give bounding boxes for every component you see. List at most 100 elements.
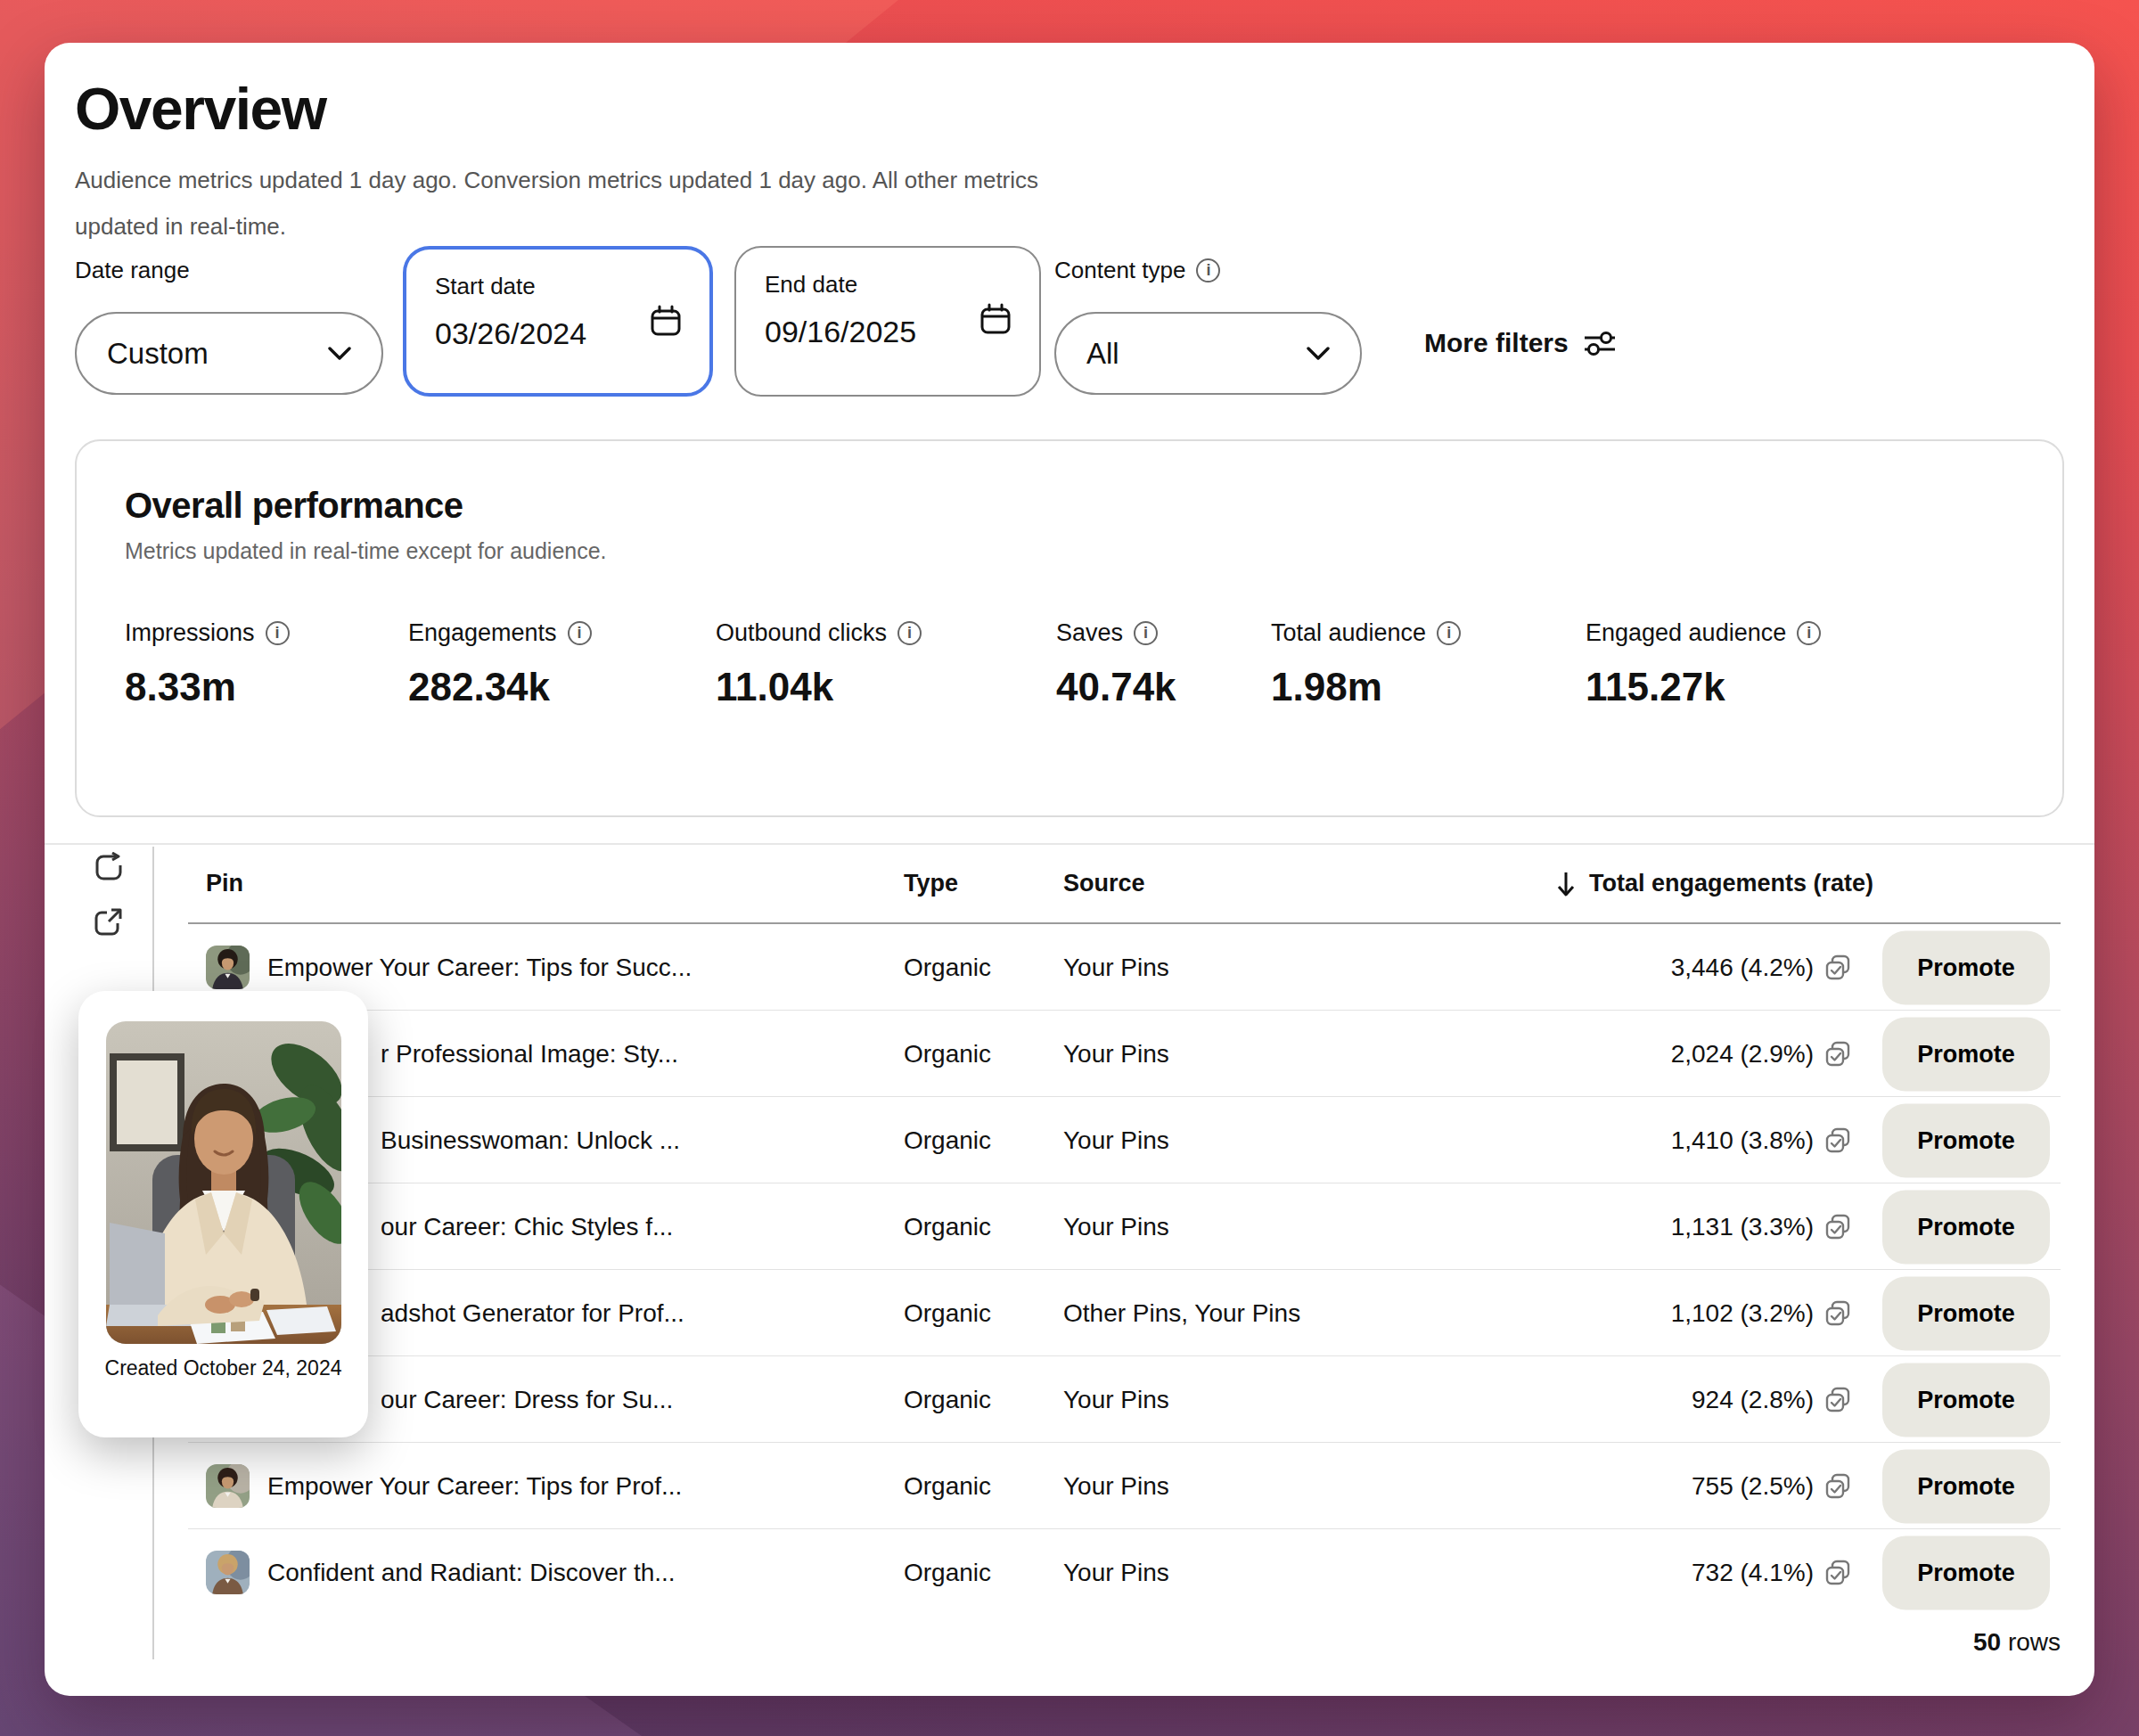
info-icon[interactable]: i (1437, 621, 1461, 645)
promote-button[interactable]: Promote (1882, 1535, 2050, 1609)
end-date-label: End date (765, 271, 1011, 299)
pin-stats-icon (1824, 1473, 1851, 1500)
pin-source: Your Pins (1063, 1126, 1169, 1155)
pin-type: Organic (904, 1299, 991, 1328)
metric-saves: Savesi40.74k (1056, 619, 1176, 709)
date-range-select[interactable]: Custom (75, 312, 383, 395)
promote-button[interactable]: Promote (1882, 930, 2050, 1004)
pin-engagements: 1,102 (3.2%) (1671, 1299, 1851, 1328)
promote-button[interactable]: Promote (1882, 1103, 2050, 1177)
pin-type: Organic (904, 1126, 991, 1155)
end-date-value: 09/16/2025 (765, 315, 1011, 349)
pin-type: Organic (904, 1386, 991, 1414)
metric-label: Total audiencei (1271, 619, 1461, 647)
date-range-label: Date range (75, 257, 190, 284)
pin-source: Your Pins (1063, 1472, 1169, 1501)
start-date-label: Start date (435, 273, 681, 300)
info-icon[interactable]: i (1196, 258, 1220, 283)
pin-stats-icon (1824, 1300, 1851, 1327)
promote-button[interactable]: Promote (1882, 1276, 2050, 1350)
table-footer: 50 rows (154, 1616, 2064, 1669)
pin-source: Your Pins (1063, 954, 1169, 982)
page-subtitle: Audience metrics updated 1 day ago. Conv… (75, 157, 1038, 250)
refresh-button[interactable] (93, 852, 152, 888)
overall-performance-title: Overall performance (125, 486, 2014, 526)
pin-stats-icon (1824, 1560, 1851, 1586)
pin-thumbnail[interactable] (206, 946, 250, 989)
table-body: Empower Your Career: Tips for Succ... Org… (154, 924, 2064, 1616)
table-row: our Career: Dress for Su...OrganicYour P… (154, 1356, 2064, 1443)
metric-value: 40.74k (1056, 665, 1176, 709)
table-header: Pin Type Source Total engagements (rate) (154, 847, 2064, 924)
promote-button[interactable]: Promote (1882, 1190, 2050, 1264)
pin-title[interactable]: Empower Your Career: Tips for Succ... (267, 954, 692, 982)
pin-title[interactable]: Businesswoman: Unlock ... (381, 1126, 680, 1155)
section-divider (45, 843, 2094, 845)
start-date-field[interactable]: Start date 03/26/2024 (403, 246, 713, 397)
end-date-field[interactable]: End date 09/16/2025 (734, 246, 1041, 397)
pin-title[interactable]: Confident and Radiant: Discover th... (267, 1559, 676, 1587)
promote-button[interactable]: Promote (1882, 1363, 2050, 1437)
row-count: 50 rows (1973, 1628, 2061, 1657)
content-type-select[interactable]: All (1054, 312, 1362, 395)
metric-value: 282.34k (408, 665, 592, 709)
pin-title[interactable]: adshot Generator for Prof... (381, 1299, 684, 1328)
metric-label: Engaged audiencei (1586, 619, 1821, 647)
subtitle-line-1: Audience metrics updated 1 day ago. Conv… (75, 157, 1038, 203)
info-icon[interactable]: i (568, 621, 592, 645)
table-row: adshot Generator for Prof... Organic Other… (154, 1270, 2064, 1356)
column-header-engagements[interactable]: Total engagements (rate) (1555, 870, 1873, 897)
pin-type: Organic (904, 1559, 991, 1587)
pin-source: Other Pins, Your Pins (1063, 1299, 1300, 1328)
pin-title[interactable]: r Professional Image: Sty... (381, 1040, 678, 1069)
calendar-icon (977, 301, 1014, 339)
info-icon[interactable]: i (266, 621, 290, 645)
metric-impressions: Impressionsi8.33m (125, 619, 290, 709)
pin-title[interactable]: Empower Your Career: Tips for Prof... (267, 1472, 682, 1501)
pin-stats-icon (1824, 1387, 1851, 1413)
page-header: Overview Audience metrics updated 1 day … (75, 75, 1038, 250)
info-icon[interactable]: i (897, 621, 922, 645)
table-row: Confident and Radiant: Discover th... Org… (154, 1529, 2064, 1616)
metric-value: 1.98m (1271, 665, 1461, 709)
metric-value: 11.04k (716, 665, 922, 709)
table-row: Empower Your Career: Tips for Succ...Org… (154, 924, 2064, 1011)
more-filters-button[interactable]: More filters (1424, 328, 1617, 358)
metric-value: 115.27k (1586, 665, 1821, 709)
pin-source: Your Pins (1063, 1213, 1169, 1241)
chevron-down-icon (1307, 347, 1330, 361)
pin-created-date: Created October 24, 2024 (78, 1356, 368, 1380)
pin-thumbnail[interactable] (206, 1551, 250, 1594)
pin-preview-image (106, 1021, 341, 1344)
pin-engagements: 3,446 (4.2%) (1671, 954, 1851, 982)
overall-performance-panel: Overall performance Metrics updated in r… (75, 439, 2064, 817)
metric-value: 8.33m (125, 665, 290, 709)
column-header-pin[interactable]: Pin (206, 870, 243, 897)
date-range-value: Custom (107, 337, 209, 371)
info-icon[interactable]: i (1797, 621, 1821, 645)
pin-stats-icon (1824, 1041, 1851, 1068)
metric-outbound-clicks: Outbound clicksi11.04k (716, 619, 922, 709)
chevron-down-icon (328, 347, 351, 361)
page-background: Overview Audience metrics updated 1 day … (0, 0, 2139, 1736)
pin-engagements: 924 (2.8%) (1692, 1386, 1851, 1414)
column-header-source[interactable]: Source (1063, 870, 1145, 897)
pin-engagements: 755 (2.5%) (1692, 1472, 1851, 1501)
promote-button[interactable]: Promote (1882, 1449, 2050, 1523)
pin-title[interactable]: our Career: Chic Styles f... (381, 1213, 673, 1241)
column-header-engagements-label: Total engagements (rate) (1589, 870, 1873, 897)
pin-source: Your Pins (1063, 1040, 1169, 1069)
promote-button[interactable]: Promote (1882, 1017, 2050, 1091)
pin-thumbnail[interactable] (206, 1464, 250, 1508)
pin-engagements: 1,131 (3.3%) (1671, 1213, 1851, 1241)
overall-performance-subtitle: Metrics updated in real-time except for … (125, 538, 2014, 564)
table-row: Businesswoman: Unlock ... Organic Your Pin… (154, 1097, 2064, 1183)
pin-preview-tooltip: Created October 24, 2024 (78, 991, 368, 1437)
pin-type: Organic (904, 1040, 991, 1069)
pin-stats-icon (1824, 1214, 1851, 1241)
column-header-type[interactable]: Type (904, 870, 958, 897)
info-icon[interactable]: i (1134, 621, 1158, 645)
sliders-icon (1583, 330, 1617, 356)
pin-title[interactable]: our Career: Dress for Su... (381, 1386, 673, 1414)
export-link-button[interactable] (93, 905, 152, 941)
